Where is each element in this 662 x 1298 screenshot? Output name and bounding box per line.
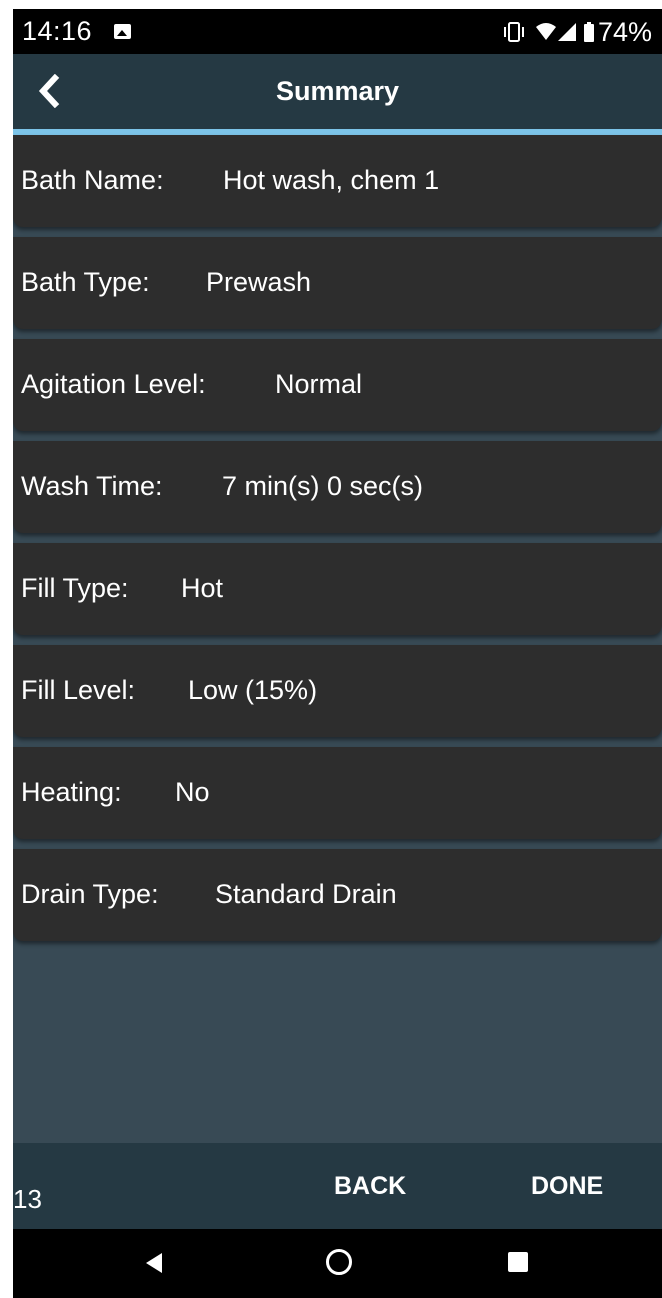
done-button[interactable]: DONE [527,1166,607,1207]
summary-label: Heating: [21,777,122,807]
status-time: 14:16 [22,16,93,46]
vibrate-icon [503,22,524,42]
summary-item-fill-level: Fill Level: Low (15%) [13,645,662,737]
phone-screen: 14:16 74% Summary Bath Name: Hot wash, c… [13,9,662,1298]
nav-recents-icon[interactable] [508,1252,528,1272]
image-icon [114,24,131,39]
summary-item-wash-time: Wash Time: 7 min(s) 0 sec(s) [13,441,662,533]
nav-home-icon[interactable] [326,1249,352,1275]
summary-label: Wash Time: [21,471,163,501]
status-bar: 14:16 74% [13,9,662,54]
summary-value: Hot [181,573,224,603]
bottom-toolbar: 13 BACK DONE [13,1143,662,1229]
wifi-icon [535,23,556,40]
app-bar: Summary [13,54,662,129]
summary-label: Fill Type: [21,573,129,603]
battery-icon [583,22,594,42]
summary-item-agitation-level: Agitation Level: Normal [13,339,662,431]
summary-list: Bath Name: Hot wash, chem 1 Bath Type: P… [13,135,662,951]
status-icons: 74% [502,16,652,48]
summary-item-bath-type: Bath Type: Prewash [13,237,662,329]
summary-label: Bath Type: [21,267,150,297]
summary-value: No [175,777,210,807]
summary-value: Prewash [206,267,312,297]
summary-label: Fill Level: [21,675,136,705]
summary-value: Standard Drain [215,879,397,909]
signal-icon [557,23,576,41]
step-number: 13 [13,1184,42,1214]
back-button[interactable]: BACK [330,1166,410,1207]
summary-item-fill-type: Fill Type: Hot [13,543,662,635]
summary-value: Normal [275,369,363,399]
summary-item-drain-type: Drain Type: Standard Drain [13,849,662,941]
battery-percent: 74% [597,16,652,47]
summary-value: 7 min(s) 0 sec(s) [222,471,424,501]
page-title: Summary [275,76,400,106]
summary-value: Hot wash, chem 1 [223,165,440,195]
summary-label: Drain Type: [21,879,159,909]
system-nav-bar [13,1229,662,1298]
summary-item-bath-name: Bath Name: Hot wash, chem 1 [13,135,662,227]
nav-back-icon[interactable] [146,1253,162,1273]
summary-label: Agitation Level: [21,369,206,399]
summary-value: Low (15%) [188,675,318,705]
summary-item-heating: Heating: No [13,747,662,839]
summary-label: Bath Name: [21,165,164,195]
